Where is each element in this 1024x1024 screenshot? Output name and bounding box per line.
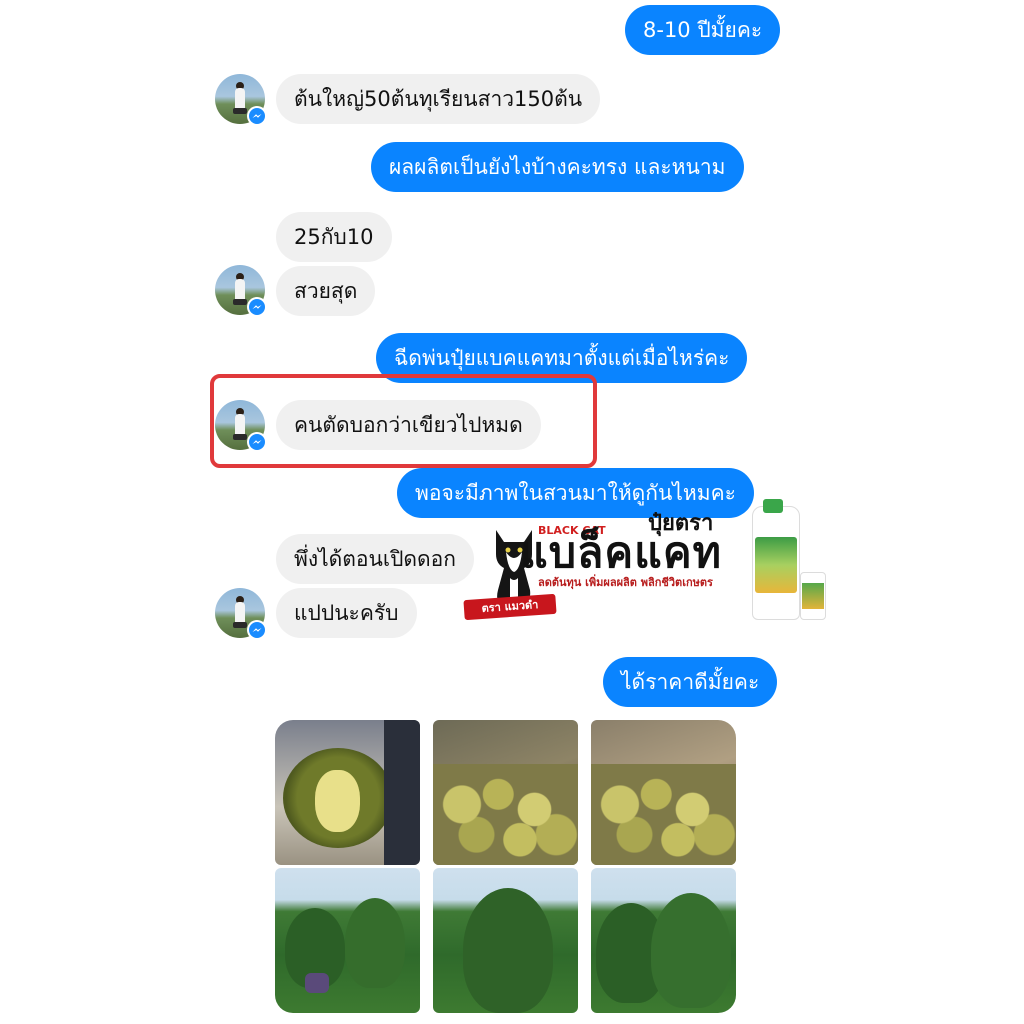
photo-orchard[interactable] — [433, 868, 578, 1013]
photo-orchard[interactable] — [275, 868, 420, 1013]
messenger-icon — [247, 106, 267, 126]
ad-subtitle: ลดต้นทุน เพิ่มผลผลิต พลิกชีวิตเกษตร — [538, 576, 713, 589]
photo-orchard[interactable] — [591, 868, 736, 1013]
outgoing-message[interactable]: 8-10 ปีมั้ยคะ — [625, 5, 781, 55]
photo-durian-pile[interactable] — [591, 720, 736, 865]
messenger-icon — [247, 620, 267, 640]
ad-ribbon: ตรา แมวดำ — [463, 593, 557, 621]
outgoing-message[interactable]: ได้ราคาดีมั้ยคะ — [603, 657, 778, 707]
incoming-message[interactable]: ต้นใหญ่50ต้นทุเรียนสาว150ต้น — [276, 74, 601, 124]
incoming-message[interactable]: แปปนะครับ — [276, 588, 417, 638]
incoming-message[interactable]: 25กับ10 — [276, 212, 392, 262]
incoming-message[interactable]: พึ่งได้ตอนเปิดดอก — [276, 534, 475, 584]
highlight-box — [210, 374, 597, 468]
incoming-message[interactable]: สวยสุด — [276, 266, 376, 316]
ad-title: แบล็คแคท — [520, 528, 722, 578]
fertilizer-bottle — [752, 499, 800, 620]
outgoing-message[interactable]: ผลผลิตเป็นยังไงบ้างคะทรง และหนาม — [371, 142, 744, 192]
fertilizer-bottle-small — [800, 572, 826, 620]
photo-durian-open[interactable] — [275, 720, 420, 865]
photo-durian-pile[interactable] — [433, 720, 578, 865]
messenger-icon — [247, 297, 267, 317]
